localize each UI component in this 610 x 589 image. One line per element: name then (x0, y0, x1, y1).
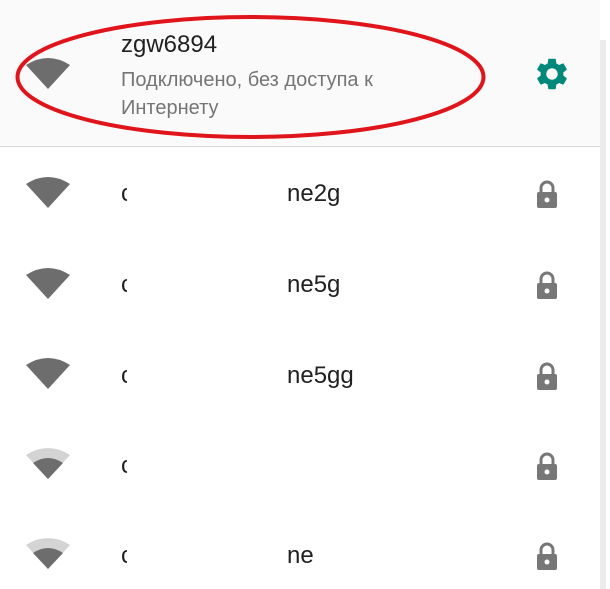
divider (0, 146, 600, 147)
wifi-medium-icon (26, 538, 70, 569)
network-ssid-suffix: ne5g (287, 271, 341, 298)
gear-icon[interactable] (533, 55, 571, 93)
connection-status: Подключено, без доступа к Интернету (121, 69, 373, 119)
scrollbar[interactable] (600, 40, 606, 589)
lock-icon (537, 542, 557, 570)
redaction-block (127, 178, 287, 589)
wifi-full-icon (26, 268, 70, 299)
wifi-full-icon (26, 358, 70, 389)
lock-icon (537, 362, 557, 390)
wifi-medium-icon (26, 448, 70, 479)
lock-icon (537, 452, 557, 480)
connected-ssid: zgw6894 (121, 31, 218, 58)
lock-icon (537, 180, 557, 208)
network-ssid-suffix: ne2g (287, 180, 341, 207)
wifi-full-icon (26, 58, 70, 89)
lock-icon (537, 271, 557, 299)
network-ssid-suffix: ne5gg (287, 362, 354, 389)
connected-network-item[interactable]: zgw6894 Подключено, без доступа к Интерн… (0, 0, 600, 145)
network-ssid-suffix: ne (287, 542, 314, 569)
wifi-full-icon (26, 177, 70, 208)
